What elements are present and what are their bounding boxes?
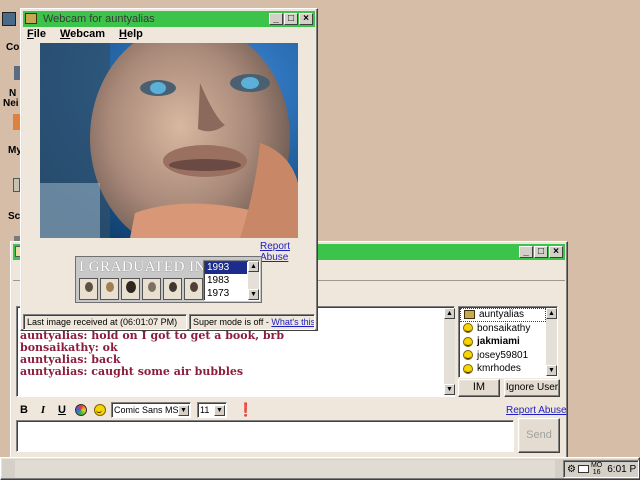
underline-button[interactable]: U: [54, 402, 70, 418]
buddy-scrollbar[interactable]: ▲ ▼: [546, 308, 557, 376]
buddy-list-items: auntyalias bonsaikathy jakmiami josey598…: [460, 308, 546, 376]
scroll-up-button[interactable]: ▲: [546, 308, 557, 319]
close-button[interactable]: ×: [299, 13, 313, 25]
buddy-name: bonsaikathy: [477, 322, 531, 334]
calendar-day: MO: [590, 462, 603, 469]
year-listbox[interactable]: 1993 1983 1973 ▲ ▼: [203, 260, 260, 301]
scroll-up-button[interactable]: ▲: [248, 261, 259, 272]
scroll-down-button[interactable]: ▼: [444, 384, 455, 395]
buddy-item[interactable]: josey59801: [460, 349, 546, 363]
network-icon[interactable]: ⚙: [567, 464, 576, 475]
webcam-menu-bar: File Webcam Help: [27, 28, 157, 40]
font-select-value: Comic Sans MS: [114, 405, 179, 415]
alert-icon[interactable]: ❗: [238, 402, 254, 418]
webcam-image: [40, 43, 298, 238]
scroll-down-button[interactable]: ▼: [546, 365, 557, 376]
ad-photo: [184, 278, 203, 300]
ad-photo: [100, 278, 119, 300]
smiley-icon: [463, 363, 473, 374]
ad-photo: [79, 278, 98, 300]
smiley-icon: [463, 336, 473, 347]
year-option[interactable]: 1973: [205, 288, 247, 300]
ad-photo: [163, 278, 182, 300]
desktop-icon-label: Nei: [3, 98, 19, 109]
smiley-icon: [463, 323, 473, 334]
chat-scrollbar[interactable]: ▲ ▼: [444, 308, 455, 395]
chat-message-list: auntyalias: hold on I got to get a book,…: [20, 330, 284, 378]
message-input[interactable]: [16, 420, 514, 452]
send-button[interactable]: Send: [518, 418, 560, 453]
whats-this-link[interactable]: What's this?: [271, 317, 314, 327]
webcam-window: Webcam for auntyalias _ □ × File Webcam …: [20, 8, 318, 331]
buddy-item[interactable]: kmrhodes: [460, 362, 546, 376]
webcam-title-bar[interactable]: Webcam for auntyalias _ □ ×: [23, 11, 315, 27]
status-last-image: Last image received at (06:01:07 PM): [23, 314, 187, 330]
chat-message: auntyalias: caught some air bubbles: [20, 366, 284, 378]
buddy-name: josey59801: [477, 349, 529, 361]
buddy-name: auntyalias: [479, 309, 525, 321]
format-toolbar: B I U Comic Sans MS ▼ 11 ▼ ❗: [16, 401, 254, 419]
menu-help[interactable]: Help: [119, 28, 143, 40]
minimize-button[interactable]: _: [269, 13, 283, 25]
message-text: caught some air bubbles: [87, 365, 244, 378]
webcam-window-icon: [25, 13, 37, 24]
close-button[interactable]: ×: [549, 246, 563, 258]
status-super-mode: Super mode is off - What's this?: [189, 314, 315, 330]
webcam-image-content: [40, 43, 298, 238]
maximize-button[interactable]: □: [284, 13, 298, 25]
bold-button[interactable]: B: [16, 402, 32, 418]
maximize-button[interactable]: □: [534, 246, 548, 258]
palette-icon[interactable]: [73, 402, 89, 418]
ad-photo: [142, 278, 161, 300]
taskbar-clock[interactable]: 6:01 P: [607, 464, 636, 475]
buddy-name: kmrhodes: [477, 363, 521, 375]
menu-webcam[interactable]: Webcam: [60, 28, 105, 40]
size-select[interactable]: 11 ▼: [197, 402, 227, 418]
font-select[interactable]: Comic Sans MS ▼: [111, 402, 191, 418]
menu-file[interactable]: File: [27, 28, 46, 40]
desktop-icon-mycomputer[interactable]: [2, 12, 16, 26]
year-option[interactable]: 1983: [205, 275, 247, 287]
emoticon-icon[interactable]: [92, 402, 108, 418]
ignore-user-button[interactable]: Ignore User: [504, 379, 560, 397]
ad-photo: [121, 278, 140, 300]
desktop-icon-documents[interactable]: [13, 114, 20, 130]
chat-report-abuse-link[interactable]: Report Abuse: [506, 405, 567, 416]
buddy-name: jakmiami: [477, 336, 520, 348]
year-scrollbar[interactable]: ▲ ▼: [248, 261, 259, 300]
super-mode-text: Super mode is off -: [193, 317, 272, 327]
ad-banner[interactable]: I GRADUATED IN: 1993 1983 1973 ▲ ▼: [75, 256, 262, 303]
year-option[interactable]: 1993: [205, 262, 247, 274]
last-image-text: Last image received at (06:01:07 PM): [27, 317, 178, 327]
calendar-date[interactable]: MO 16: [591, 462, 602, 476]
minimize-button[interactable]: _: [519, 246, 533, 258]
desktop-icon-scheduler[interactable]: [13, 178, 20, 192]
desktop-icon-label: Co: [6, 42, 20, 53]
taskbar: ⚙ MO 16 6:01 P: [0, 457, 640, 480]
calendar-number: 16: [592, 469, 601, 476]
buddy-item[interactable]: jakmiami: [460, 335, 546, 349]
webcam-report-abuse-link[interactable]: Report Abuse: [260, 241, 317, 263]
webcam-window-title: Webcam for auntyalias: [43, 13, 155, 25]
smiley-icon: [463, 350, 473, 361]
message-sender: auntyalias:: [20, 365, 88, 378]
size-select-value: 11: [200, 405, 210, 415]
buddy-item[interactable]: auntyalias: [460, 308, 546, 322]
ad-photo-strip: [79, 278, 203, 300]
webcam-icon: [464, 310, 475, 320]
buddy-item[interactable]: bonsaikathy: [460, 322, 546, 336]
im-button[interactable]: IM: [458, 379, 500, 397]
chevron-down-icon[interactable]: ▼: [178, 405, 189, 416]
system-tray: ⚙ MO 16 6:01 P: [563, 460, 639, 478]
taskbar-button-area: [15, 460, 555, 478]
mail-icon[interactable]: [577, 465, 589, 473]
scroll-up-button[interactable]: ▲: [444, 308, 455, 319]
scroll-down-button[interactable]: ▼: [248, 289, 259, 300]
chevron-down-icon[interactable]: ▼: [214, 405, 225, 416]
italic-button[interactable]: I: [35, 402, 51, 418]
desktop-icon-label: Sc: [8, 211, 21, 222]
ad-headline: I GRADUATED IN:: [79, 259, 211, 275]
buddy-list[interactable]: auntyalias bonsaikathy jakmiami josey598…: [458, 306, 558, 378]
